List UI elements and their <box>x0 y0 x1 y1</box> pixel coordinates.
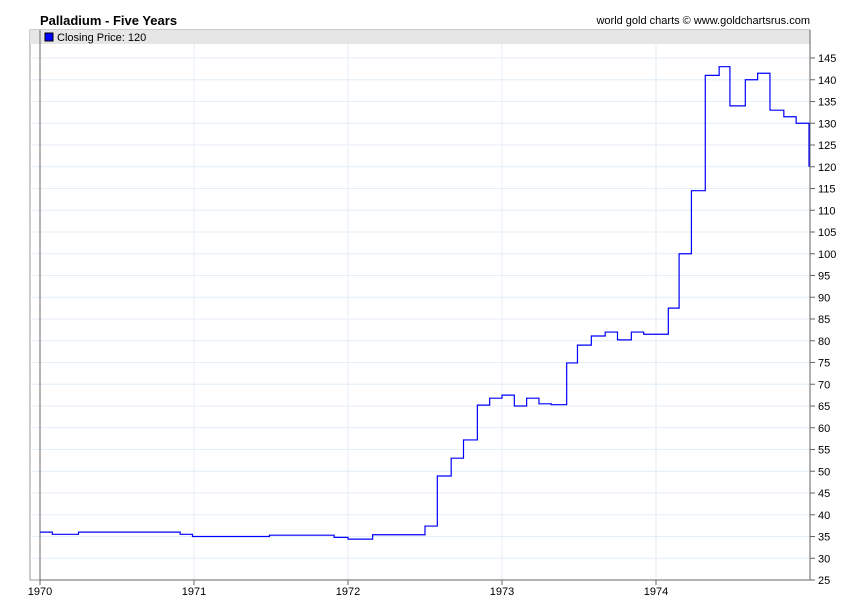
legend-label: Closing Price: 120 <box>57 32 146 44</box>
y-tick-label: 75 <box>818 358 830 370</box>
y-tick-label: 55 <box>818 445 830 457</box>
y-tick-label: 60 <box>818 423 830 435</box>
y-tick-label: 115 <box>818 184 836 196</box>
plot-area <box>29 29 811 581</box>
y-tick-label: 135 <box>818 97 836 109</box>
legend-swatch <box>44 32 54 42</box>
y-tick-label: 65 <box>818 401 830 413</box>
y-tick-label: 120 <box>818 162 836 174</box>
y-tick-label: 25 <box>818 575 830 587</box>
y-tick-label: 45 <box>818 488 830 500</box>
grid <box>29 29 811 581</box>
y-tick-label: 40 <box>818 510 830 522</box>
legend-bar <box>30 30 810 44</box>
x-tick-label: 1970 <box>28 586 52 598</box>
y-tick-label: 145 <box>818 53 836 65</box>
y-tick-label: 85 <box>818 314 830 326</box>
y-tick-label: 100 <box>818 249 836 261</box>
y-tick-label: 80 <box>818 336 830 348</box>
y-tick-label: 70 <box>818 379 830 391</box>
x-tick-label: 1972 <box>336 586 360 598</box>
y-tick-label: 110 <box>818 205 836 217</box>
y-tick-label: 50 <box>818 466 830 478</box>
x-tick-label: 1971 <box>182 586 206 598</box>
y-tick-label: 35 <box>818 532 830 544</box>
x-tick-label: 1974 <box>644 586 668 598</box>
y-tick-label: 125 <box>818 140 836 152</box>
chart-svg: Closing Price: 120 25 30 35 40 45 50 55 60 65 70 7… <box>28 29 836 598</box>
y-tick-label: 140 <box>818 75 836 87</box>
y-tick-label: 130 <box>818 118 836 130</box>
chart-container: Palladium - Five Years world gold charts… <box>0 0 850 616</box>
y-tick-label: 95 <box>818 271 830 283</box>
x-tick-label: 1973 <box>490 586 514 598</box>
y-tick-label: 30 <box>818 553 830 565</box>
y-tick-label: 105 <box>818 227 836 239</box>
y-tick-label: 90 <box>818 292 830 304</box>
